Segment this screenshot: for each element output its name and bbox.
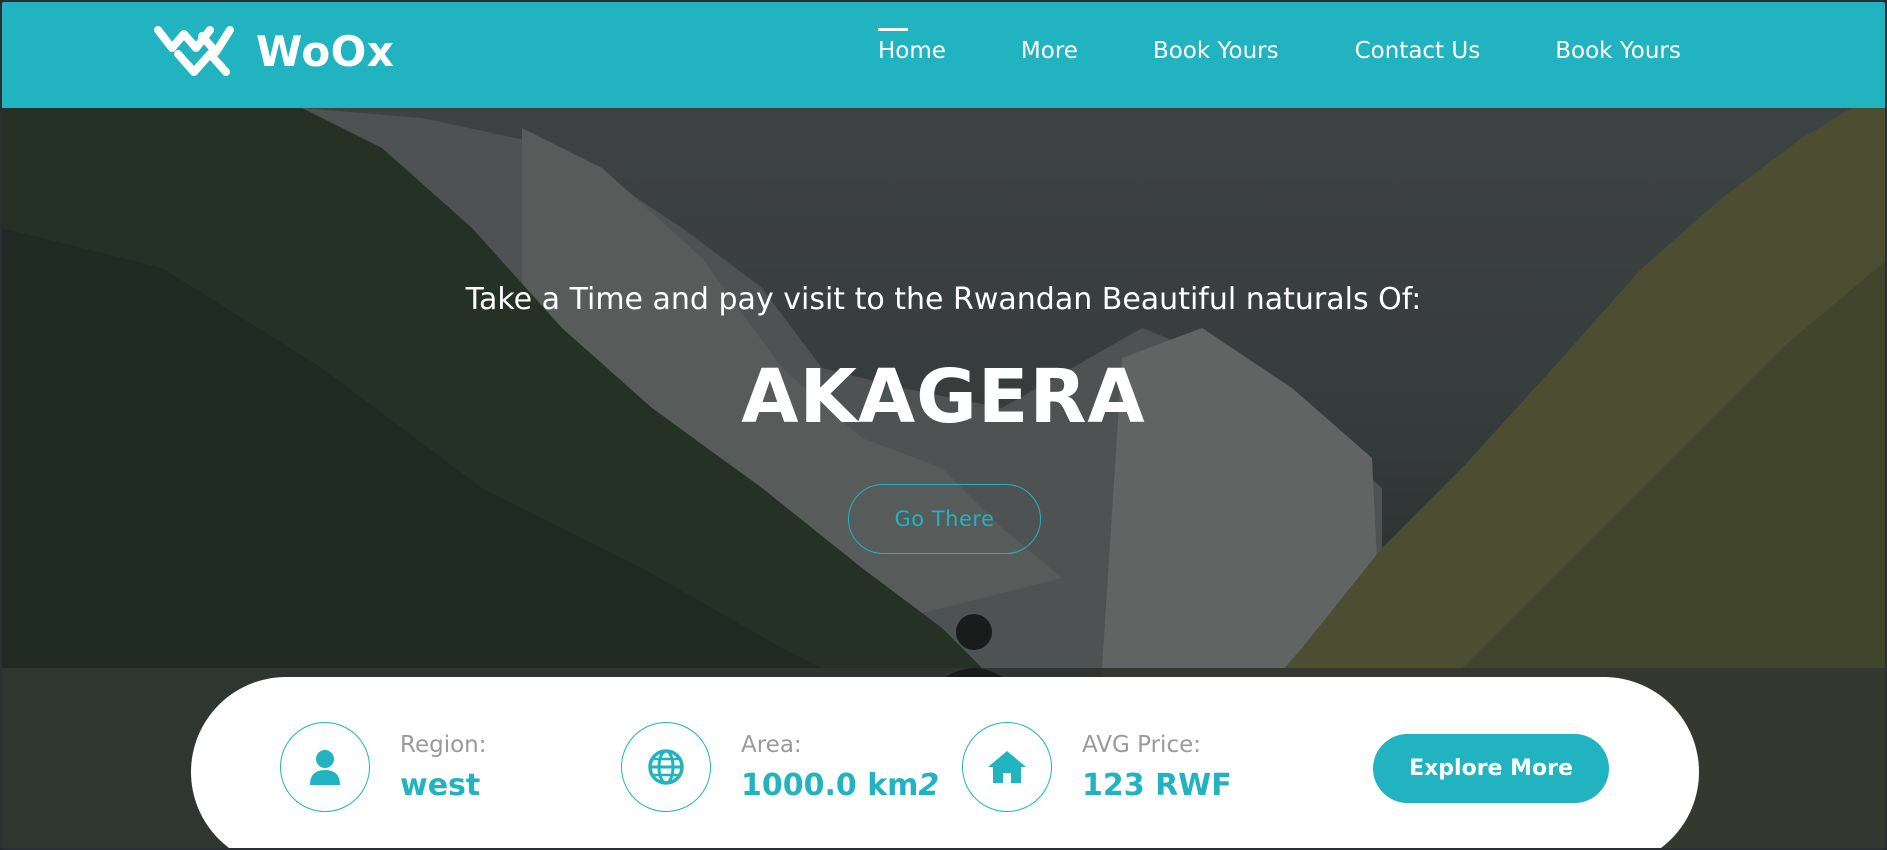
nav-item-home[interactable]: Home	[878, 28, 946, 64]
price-value: 123 RWF	[1082, 767, 1232, 803]
active-indicator	[878, 28, 908, 31]
nav-item-label: Home	[878, 38, 946, 64]
main-nav: Home More Book Yours Contact Us Book You…	[878, 28, 1681, 64]
go-there-button[interactable]: Go There	[848, 484, 1041, 554]
logo-mark-icon	[154, 26, 234, 76]
price-icon-circle	[962, 722, 1052, 812]
nav-item-more[interactable]: More	[1021, 38, 1078, 64]
area-info: Area: 1000.0 km2	[621, 722, 939, 812]
home-icon	[988, 751, 1026, 783]
destination-title: AKAGERA	[741, 354, 1146, 440]
region-info: Region: west	[280, 722, 487, 812]
area-number: 1000.0 km	[741, 767, 919, 803]
hero-tagline: Take a Time and pay visit to the Rwandan…	[465, 282, 1422, 317]
nav-item-contact-us[interactable]: Contact Us	[1355, 38, 1481, 64]
explore-more-button[interactable]: Explore More	[1373, 734, 1609, 803]
nav-item-book-yours-2[interactable]: Book Yours	[1555, 38, 1681, 64]
nav-item-book-yours[interactable]: Book Yours	[1153, 38, 1279, 64]
region-label: Region:	[400, 731, 487, 758]
region-value: west	[400, 767, 481, 803]
top-navbar: WoOx Home More Book Yours Contact Us Boo…	[2, 2, 1885, 108]
page-frame: WoOx Home More Book Yours Contact Us Boo…	[0, 0, 1887, 850]
brand-name: WoOx	[256, 26, 395, 76]
area-label: Area:	[741, 731, 802, 758]
price-label: AVG Price:	[1082, 731, 1201, 758]
region-icon-circle	[280, 722, 370, 812]
area-value: 1000.0 km2	[741, 768, 939, 803]
brand-logo[interactable]: WoOx	[154, 24, 394, 78]
destination-info-card: Region: west Area: 1000.0 km2 AVG Price:…	[191, 677, 1699, 848]
user-icon	[310, 750, 340, 785]
globe-icon	[648, 749, 684, 785]
area-icon-circle	[621, 722, 711, 812]
price-info: AVG Price: 123 RWF	[962, 722, 1232, 812]
area-unit-suffix: 2	[918, 767, 940, 803]
